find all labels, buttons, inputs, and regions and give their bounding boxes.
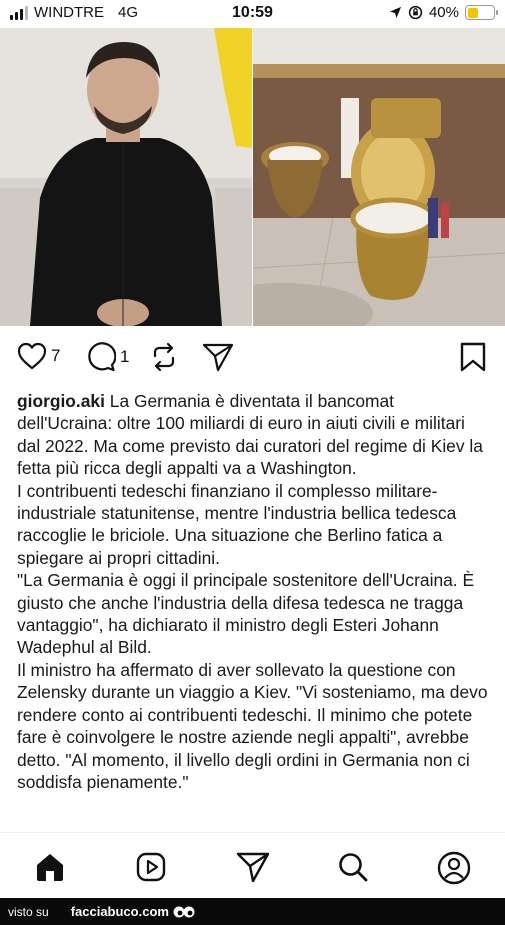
caption-paragraph: I contribuenti tedeschi finanziano il co… [17, 480, 457, 568]
photo-man-seated [0, 28, 252, 326]
caption-paragraph: Il ministro ha affermato di aver solleva… [17, 659, 488, 792]
location-arrow-icon [389, 6, 402, 19]
nav-home[interactable] [34, 851, 66, 888]
home-icon[interactable] [34, 851, 66, 883]
bottom-navigation [0, 832, 505, 898]
repost-icon[interactable] [150, 342, 178, 372]
profile-icon[interactable] [437, 851, 471, 885]
brand-logo: facciabuco.com [71, 904, 195, 919]
comment-icon[interactable] [86, 342, 116, 372]
comment-count: 1 [120, 347, 130, 366]
like-count: 7 [51, 346, 61, 365]
heart-icon[interactable] [17, 342, 47, 370]
post-image[interactable] [0, 28, 505, 326]
comment-action[interactable]: 1 [86, 342, 129, 372]
battery-icon [465, 5, 498, 20]
nav-messages[interactable] [236, 851, 270, 888]
save-action[interactable] [460, 342, 486, 372]
nav-profile[interactable] [437, 851, 471, 890]
like-action[interactable]: 7 [17, 342, 60, 370]
status-right: 40% [389, 4, 498, 21]
eyes-icon [173, 906, 195, 917]
brand-name: facciabuco.com [70, 904, 169, 919]
share-action[interactable] [202, 342, 234, 372]
send-icon[interactable] [202, 342, 234, 372]
status-bar: WINDTRE 4G 10:59 40% [0, 0, 505, 28]
nav-reels[interactable] [135, 851, 167, 888]
search-icon[interactable] [337, 851, 369, 883]
visto-su-label: visto su [8, 904, 49, 919]
caption-first-paragraph: giorgio.aki La Germania è diventata il b… [17, 390, 492, 480]
repost-action[interactable] [150, 342, 178, 372]
post-caption: giorgio.aki La Germania è diventata il b… [17, 390, 492, 793]
orientation-lock-icon [408, 5, 423, 20]
watermark-footer: visto su facciabuco.com [0, 898, 505, 925]
caption-paragraph: "La Germania è oggi il principale sosten… [17, 570, 475, 658]
photo-gold-toilet [252, 28, 505, 326]
username[interactable]: giorgio.aki [17, 391, 105, 411]
nav-search[interactable] [337, 851, 369, 888]
bookmark-icon[interactable] [460, 342, 486, 372]
battery-percent: 40% [428, 4, 459, 21]
reels-icon[interactable] [135, 851, 167, 883]
send-icon[interactable] [236, 851, 270, 883]
post-actions: 7 1 [0, 336, 505, 382]
